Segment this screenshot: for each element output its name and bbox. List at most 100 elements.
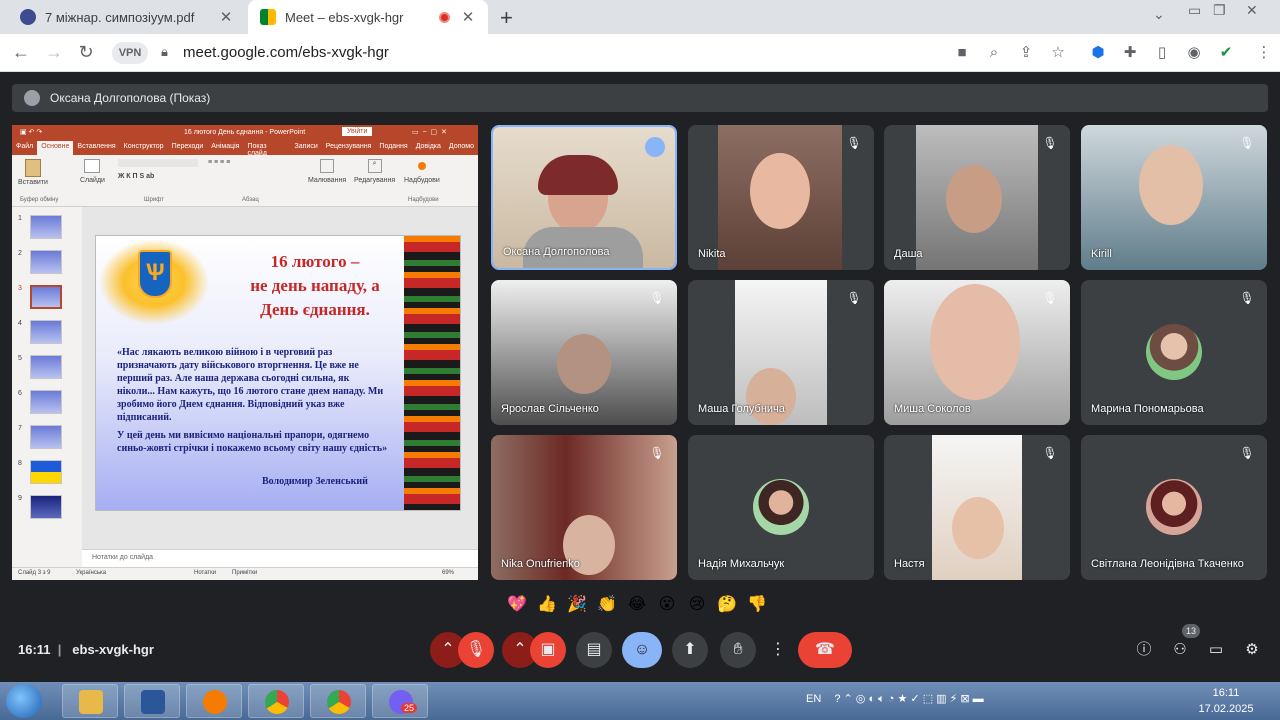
shield-extension-icon[interactable]: ⬢: [1088, 43, 1108, 63]
reaction-thumbs-down-icon[interactable]: 👎: [746, 594, 768, 614]
camera-in-use-icon[interactable]: ■: [952, 43, 972, 63]
present-screen-button[interactable]: ⬆: [672, 632, 708, 668]
menu-kebab-icon[interactable]: ⋮: [1254, 43, 1274, 63]
tab-strip: 7 міжнар. симпозіуум.pdf ✕ Meet – ebs-xv…: [0, 0, 1280, 34]
presenter-avatar: [24, 90, 40, 106]
powerpoint-titlebar: ▣ ↶ ↷ 16 лютого День єднання - PowerPoin…: [12, 125, 478, 141]
more-options-icon[interactable]: ⋮: [766, 632, 790, 668]
ribbon-tab: Переходи: [171, 143, 204, 150]
extension-check-icon[interactable]: ✔: [1216, 43, 1236, 63]
reaction-sparkling-heart-icon[interactable]: 💖: [506, 594, 528, 614]
reaction-crying-icon[interactable]: 😢: [686, 594, 708, 614]
new-tab-button[interactable]: +: [500, 5, 513, 31]
window-title: 16 лютого День єднання - PowerPoint: [184, 129, 306, 136]
reaction-party-popper-icon[interactable]: 🎉: [566, 594, 588, 614]
slide-thumbnail: [30, 495, 62, 519]
participant-tile[interactable]: 🎙︎ Kirill: [1081, 125, 1267, 270]
reactions-button[interactable]: ☺: [622, 632, 662, 668]
side-panel-icon[interactable]: ▯: [1152, 43, 1172, 63]
reaction-clapping-icon[interactable]: 👏: [596, 594, 618, 614]
taskbar-word[interactable]: [124, 684, 180, 718]
participant-name: Ярослав Сільченко: [501, 403, 599, 415]
participant-tile[interactable]: 🎙︎ Даша: [884, 125, 1070, 270]
close-icon[interactable]: ✕: [460, 8, 476, 26]
participant-tile[interactable]: 🎙︎ Світлана Леонідівна Ткаченко: [1081, 435, 1267, 580]
mic-off-button[interactable]: 🎙︎: [458, 632, 494, 668]
participant-tile[interactable]: Надія Михальчук: [688, 435, 874, 580]
participant-tile[interactable]: 🎙︎ Ярослав Сільченко: [491, 280, 677, 425]
reaction-thumbs-up-icon[interactable]: 👍: [536, 594, 558, 614]
bookmark-star-icon[interactable]: ☆: [1048, 43, 1068, 63]
trident-crest-icon: Ѱ: [138, 250, 172, 298]
reload-icon[interactable]: ↻: [75, 42, 97, 63]
camera-off-button[interactable]: ▣: [530, 632, 566, 668]
participant-tile[interactable]: 🎙︎ Настя: [884, 435, 1070, 580]
heading-line: не день нападу, а: [250, 276, 380, 295]
slide-thumbnails: 1 2 3 4 5 6 7 8 9: [12, 207, 82, 567]
meet-favicon-icon: [260, 9, 276, 25]
viber-badge: 25: [401, 703, 418, 713]
taskbar-chrome-profile[interactable]: [310, 684, 366, 718]
find-icon: ⌕: [367, 159, 382, 173]
participant-name: Nika Onufrienko: [501, 558, 580, 570]
taskbar-chrome[interactable]: [248, 684, 304, 718]
paste-label: Вставити: [18, 179, 48, 186]
ribbon-tab: Анімація: [211, 143, 240, 150]
lock-icon[interactable]: 🔒︎: [161, 44, 168, 60]
participant-face: [1139, 145, 1203, 225]
start-button[interactable]: [6, 684, 42, 718]
notes-pane: Нотатки до слайда: [82, 549, 478, 567]
people-icon[interactable]: ⚇: [1170, 640, 1190, 660]
close-icon[interactable]: ✕: [218, 8, 234, 26]
font-box: [118, 159, 198, 167]
minimize-button[interactable]: ▭: [1188, 2, 1201, 19]
restore-button[interactable]: ❐: [1213, 2, 1226, 19]
raise-hand-button[interactable]: ✋︎: [720, 632, 756, 668]
language-indicator[interactable]: EN: [806, 693, 821, 705]
reaction-thinking-icon[interactable]: 🤔: [716, 594, 738, 614]
window-controls-icon: ▭ − ▢ ✕: [412, 129, 447, 136]
participant-face: [930, 284, 1020, 400]
profile-icon[interactable]: ◉: [1184, 43, 1204, 63]
participant-tile[interactable]: 🎙︎ Маша Голубнича: [688, 280, 874, 425]
pdf-favicon-icon: [20, 9, 36, 25]
shared-screen[interactable]: ▣ ↶ ↷ 16 лютого День єднання - PowerPoin…: [12, 125, 478, 580]
participant-tile[interactable]: 🎙︎ Nika Onufrienko: [491, 435, 677, 580]
address-bar[interactable]: meet.google.com/ebs-xvgk-hgr: [183, 44, 389, 61]
leave-call-button[interactable]: ☎︎: [798, 632, 852, 668]
thumb-number: 3: [18, 285, 22, 292]
system-tray: EN ? ⌃ ◎ ◐ 🔈︎ ◔ ★ ✓ ⬚ ▥ ⚡ ⊠ ▬: [806, 692, 984, 706]
meeting-code: ebs-xvgk-hgr: [72, 642, 154, 657]
meeting-details-info-icon[interactable]: ⓘ: [1134, 640, 1154, 660]
mic-off-icon: 🎙︎: [1042, 446, 1058, 460]
tab-meet[interactable]: Meet – ebs-xvgk-hgr ✕: [248, 0, 488, 34]
participant-tile[interactable]: 🎙︎ Марина Пономарьова: [1081, 280, 1267, 425]
slide-thumbnail: [30, 355, 62, 379]
presenter-label: Оксана Долгополова (Показ): [50, 91, 211, 105]
share-icon[interactable]: ⇪: [1016, 43, 1036, 63]
chat-icon[interactable]: ▭: [1206, 640, 1226, 660]
paragraph-group: ≡ ≡ ≡ ≡: [208, 159, 288, 166]
extensions-puzzle-icon[interactable]: ✚: [1120, 43, 1140, 63]
tab-search-chevron-icon[interactable]: ⌄: [1153, 6, 1165, 23]
reaction-laughing-icon[interactable]: 😂: [626, 594, 648, 614]
slide-canvas: Ѱ 16 лютого – не день нападу, а День єдн…: [82, 207, 478, 567]
vpn-badge[interactable]: VPN: [112, 42, 148, 64]
activities-icon[interactable]: ⚙︎: [1242, 640, 1262, 660]
taskbar-explorer[interactable]: [62, 684, 118, 718]
zoom-icon[interactable]: ⌕: [984, 43, 1004, 63]
participant-tile[interactable]: Оксана Долгополова: [491, 125, 677, 270]
tab-pdf[interactable]: 7 міжнар. симпозіуум.pdf ✕: [8, 0, 246, 34]
participant-tile[interactable]: 🎙︎ Nikita: [688, 125, 874, 270]
back-arrow-icon[interactable]: ←: [10, 42, 32, 63]
forward-arrow-icon[interactable]: →: [43, 42, 65, 63]
thumb-number: 2: [18, 250, 22, 257]
taskbar-viber[interactable]: 25: [372, 684, 428, 718]
captions-button[interactable]: ▤: [576, 632, 612, 668]
reaction-surprised-icon[interactable]: 😮: [656, 594, 678, 614]
window-close-button[interactable]: ✕: [1246, 2, 1258, 19]
participant-tile[interactable]: 🎙︎ Миша Соколов: [884, 280, 1070, 425]
taskbar-avast[interactable]: [186, 684, 242, 718]
taskbar-clock[interactable]: 16:11 17.02.2025: [1196, 685, 1256, 717]
participant-name: Kirill: [1091, 248, 1112, 260]
